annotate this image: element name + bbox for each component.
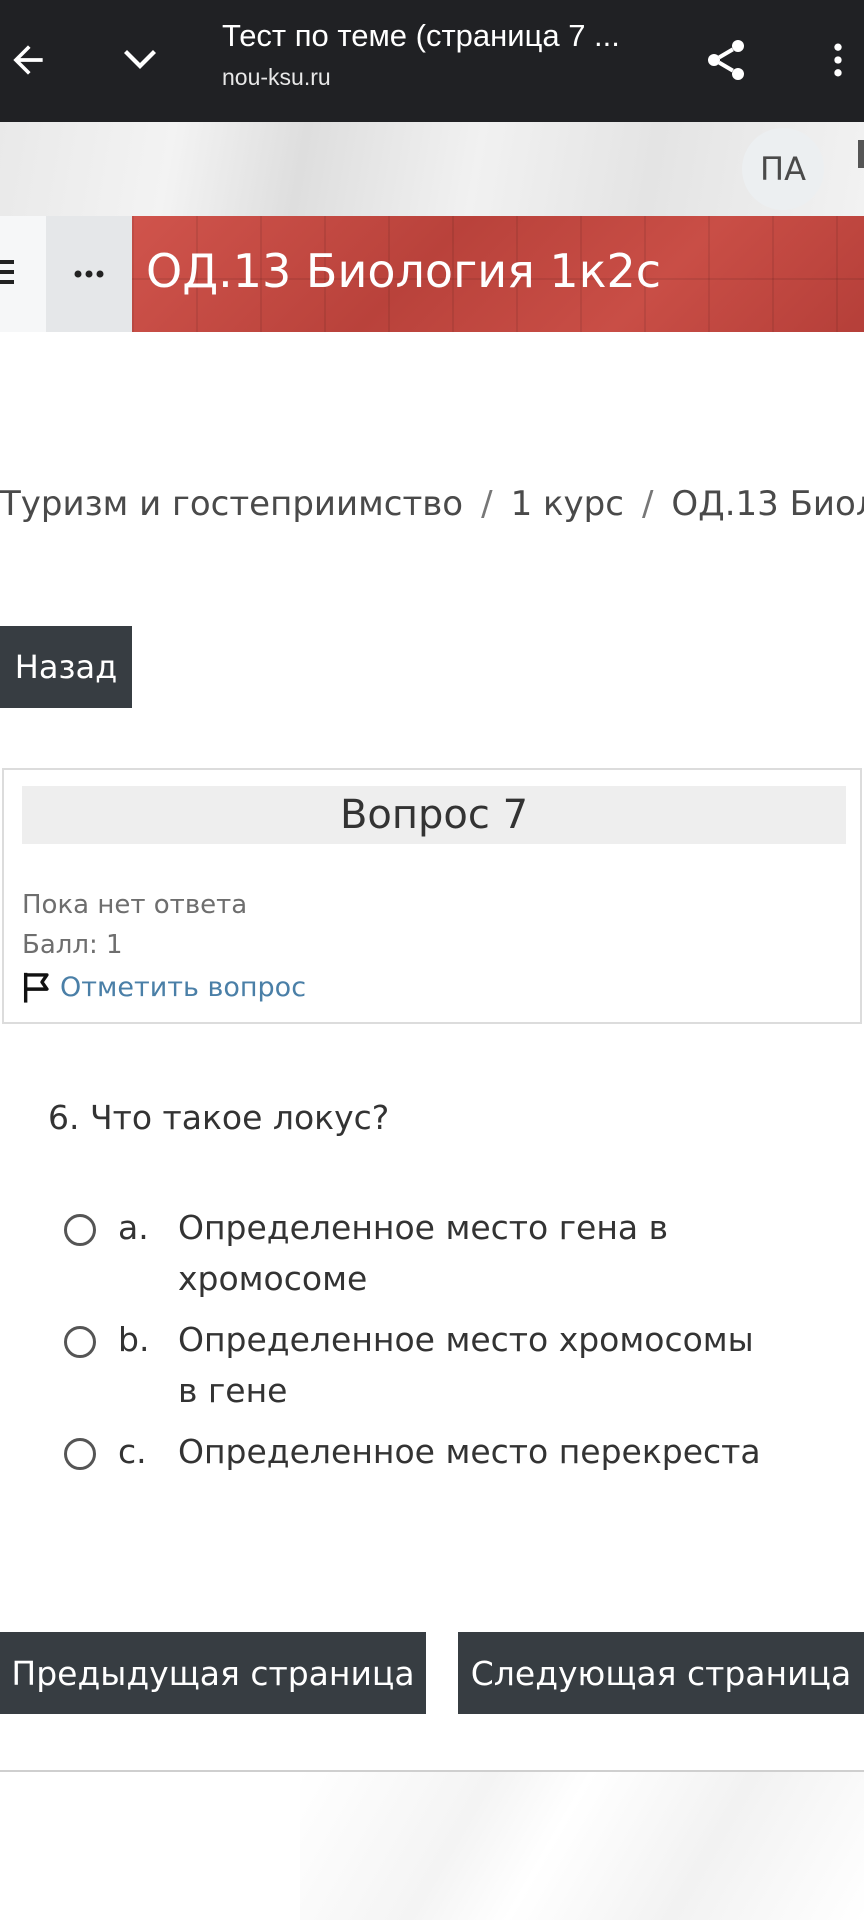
answer-letter: c. bbox=[118, 1432, 147, 1471]
more-horiz-icon bbox=[74, 270, 104, 278]
breadcrumb-item-course[interactable]: ОД.13 Биология bbox=[671, 484, 864, 524]
flag-question-link[interactable]: Отметить вопрос bbox=[20, 970, 306, 1004]
header-edge-marker bbox=[858, 140, 864, 168]
course-title: ОД.13 Биология 1к2с bbox=[146, 244, 662, 298]
share-icon[interactable] bbox=[688, 22, 764, 98]
radio-button[interactable] bbox=[64, 1214, 96, 1246]
question-text: 6. Что такое локус? bbox=[48, 1098, 390, 1137]
breadcrumb-item-year[interactable]: 1 курс bbox=[511, 484, 624, 524]
more-vert-icon[interactable] bbox=[800, 22, 864, 98]
flag-question-label[interactable]: Отметить вопрос bbox=[60, 972, 306, 1003]
breadcrumb-separator: / bbox=[481, 484, 493, 524]
answer-text[interactable]: Определенное место хромосомы в гене bbox=[178, 1314, 778, 1416]
question-state: Пока нет ответа bbox=[22, 890, 248, 920]
breadcrumb: Туризм и гостеприимство / 1 курс / ОД.13 Био… bbox=[0, 484, 864, 524]
breadcrumb-item-program[interactable]: Туризм и гостеприимство bbox=[0, 484, 463, 524]
chevron-down-icon[interactable] bbox=[102, 22, 178, 98]
answer-option-c[interactable]: c. Определенное место перекреста bbox=[64, 1426, 824, 1477]
next-page-button[interactable]: Следующая страница bbox=[458, 1632, 864, 1714]
answer-option-b[interactable]: b. Определенное место хромосомы в гене bbox=[64, 1314, 824, 1416]
question-info-box: Вопрос 7 Пока нет ответа Балл: 1 Отметит… bbox=[2, 768, 862, 1024]
previous-page-button[interactable]: Предыдущая страница bbox=[0, 1632, 426, 1714]
user-avatar[interactable]: ПА bbox=[742, 128, 824, 210]
question-number: Вопрос 7 bbox=[22, 786, 846, 844]
radio-button[interactable] bbox=[64, 1326, 96, 1358]
page-url[interactable]: nou-ksu.ru bbox=[222, 64, 331, 91]
course-banner: ОД.13 Биология 1к2с bbox=[132, 216, 864, 332]
breadcrumb-separator: / bbox=[641, 484, 654, 524]
page-tab-title: Тест по теме (страница 7 ... bbox=[222, 18, 620, 53]
hamburger-icon bbox=[0, 260, 14, 284]
site-header bbox=[0, 122, 864, 216]
back-arrow-icon[interactable] bbox=[0, 22, 66, 98]
flag-icon bbox=[23, 972, 49, 1003]
answer-letter: b. bbox=[118, 1320, 150, 1359]
answer-text[interactable]: Определенное место перекреста bbox=[178, 1426, 778, 1477]
answer-text[interactable]: Определенное место гена в хромосоме bbox=[178, 1202, 778, 1304]
question-grade: Балл: 1 bbox=[22, 930, 123, 960]
answer-letter: a. bbox=[118, 1208, 149, 1247]
more-options-button[interactable] bbox=[46, 216, 132, 332]
footer-background bbox=[300, 1772, 864, 1920]
sidebar-toggle-button[interactable] bbox=[0, 216, 46, 332]
browser-toolbar: Тест по теме (страница 7 ... nou-ksu.ru bbox=[0, 0, 864, 122]
answer-option-a[interactable]: a. Определенное место гена в хромосоме bbox=[64, 1202, 824, 1304]
radio-button[interactable] bbox=[64, 1438, 96, 1470]
answer-options: a. Определенное место гена в хромосоме b… bbox=[64, 1202, 824, 1487]
back-button[interactable]: Назад bbox=[0, 626, 132, 708]
